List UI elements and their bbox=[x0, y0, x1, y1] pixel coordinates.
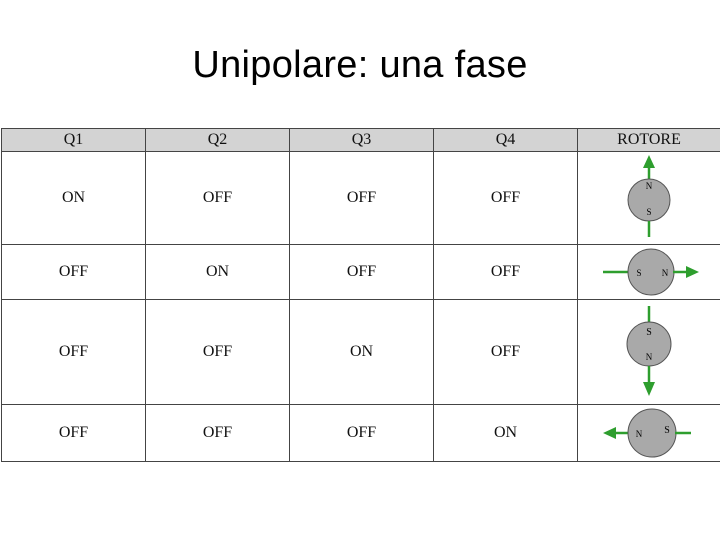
cell-q3: OFF bbox=[289, 244, 434, 300]
cell-rotor: S N bbox=[577, 244, 720, 300]
pole-label-2: S bbox=[664, 425, 670, 436]
table-row: OFF OFF OFF ON N S bbox=[1, 404, 720, 462]
cell-q3: OFF bbox=[289, 404, 434, 462]
arrow-left-icon bbox=[603, 427, 616, 439]
slide-title: Unipolare: una fase bbox=[192, 44, 528, 86]
cell-q4: OFF bbox=[433, 151, 578, 245]
rotor-right-diagram: S N bbox=[603, 248, 699, 296]
cell-q4: ON bbox=[433, 404, 578, 462]
header-q1: Q1 bbox=[1, 128, 146, 152]
table-row: OFF ON OFF OFF S N bbox=[1, 244, 720, 300]
pole-label-1: N bbox=[646, 181, 653, 191]
cell-rotor: S N bbox=[577, 299, 720, 405]
rotor-up-diagram: N S bbox=[627, 155, 671, 237]
cell-q1: ON bbox=[1, 151, 146, 245]
header-q2: Q2 bbox=[145, 128, 290, 152]
header-q4: Q4 bbox=[433, 128, 578, 152]
pole-label-2: S bbox=[646, 207, 651, 217]
cell-q1: OFF bbox=[1, 244, 146, 300]
cell-rotor: N S bbox=[577, 151, 720, 245]
rotor-left-diagram: N S bbox=[603, 408, 691, 458]
cell-q2: ON bbox=[145, 244, 290, 300]
cell-q4: OFF bbox=[433, 299, 578, 405]
pole-label-1: N bbox=[636, 429, 643, 439]
cell-q4: OFF bbox=[433, 244, 578, 300]
pole-label-1: S bbox=[636, 268, 641, 278]
cell-q1: OFF bbox=[1, 404, 146, 462]
table-row: OFF OFF ON OFF S N bbox=[1, 299, 720, 405]
header-row: Q1 Q2 Q3 Q4 ROTORE bbox=[1, 128, 720, 152]
pole-label-2: N bbox=[662, 268, 669, 278]
arrow-down-icon bbox=[643, 382, 655, 396]
cell-rotor: N S bbox=[577, 404, 720, 462]
cell-q1: OFF bbox=[1, 299, 146, 405]
cell-q2: OFF bbox=[145, 404, 290, 462]
phase-table: Q1 Q2 Q3 Q4 ROTORE ON OFF OFF OFF N S OF… bbox=[1, 128, 720, 462]
arrow-up-icon bbox=[643, 155, 655, 168]
arrow-right-icon bbox=[686, 266, 699, 278]
cell-q3: OFF bbox=[289, 151, 434, 245]
cell-q2: OFF bbox=[145, 299, 290, 405]
cell-q2: OFF bbox=[145, 151, 290, 245]
header-rotor: ROTORE bbox=[577, 128, 720, 152]
cell-q3: ON bbox=[289, 299, 434, 405]
pole-label-2: N bbox=[646, 352, 653, 362]
table-row: ON OFF OFF OFF N S bbox=[1, 151, 720, 245]
rotor-down-diagram: S N bbox=[626, 306, 672, 396]
header-q3: Q3 bbox=[289, 128, 434, 152]
pole-label-1: S bbox=[646, 327, 652, 338]
